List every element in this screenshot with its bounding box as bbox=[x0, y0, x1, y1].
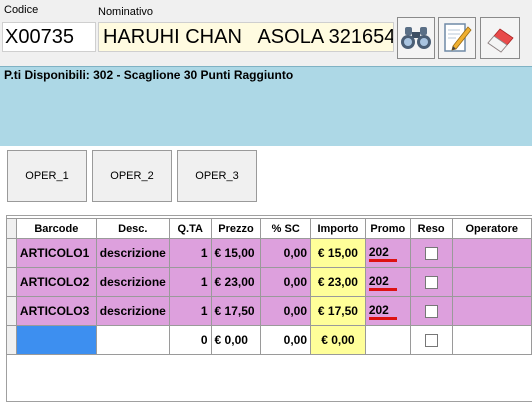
row-header-corner bbox=[6, 218, 17, 239]
row-header[interactable] bbox=[6, 267, 17, 297]
operatore-cell[interactable] bbox=[451, 296, 532, 326]
points-info-text: P.ti Disponibili: 302 - Scaglione 30 Pun… bbox=[4, 68, 294, 82]
pencil-edit-icon bbox=[444, 23, 472, 52]
column-header-operatore[interactable]: Operatore bbox=[451, 218, 532, 239]
column-header-importo[interactable]: Importo bbox=[310, 218, 366, 239]
column-header-promo[interactable]: Promo bbox=[364, 218, 411, 239]
sc-cell[interactable]: 0,00 bbox=[260, 296, 312, 326]
row-header[interactable] bbox=[6, 238, 17, 268]
promo-cell[interactable]: 202 bbox=[364, 296, 411, 326]
row-header[interactable] bbox=[6, 296, 17, 326]
table-row[interactable]: ARTICOLO3 descrizione 1 € 17,50 0,00 € 1… bbox=[6, 296, 532, 326]
reso-checkbox[interactable] bbox=[424, 334, 438, 348]
new-row[interactable]: 0 € 0,00 0,00 € 0,00 bbox=[6, 325, 532, 355]
column-header-prezzo[interactable]: Prezzo bbox=[210, 218, 262, 239]
reso-cell[interactable] bbox=[409, 296, 453, 326]
desc-cell[interactable]: descrizione bbox=[95, 238, 170, 268]
importo-cell[interactable]: € 23,00 bbox=[310, 267, 366, 297]
column-header-reso[interactable]: Reso bbox=[409, 218, 453, 239]
desc-cell[interactable]: descrizione bbox=[95, 267, 170, 297]
table-header-row: Barcode Desc. Q.TA Prezzo % SC Importo P… bbox=[6, 218, 532, 239]
column-header-qta[interactable]: Q.TA bbox=[168, 218, 212, 239]
prezzo-cell[interactable]: € 0,00 bbox=[210, 325, 262, 355]
reso-checkbox[interactable] bbox=[424, 276, 438, 290]
promo-code: 202 bbox=[368, 274, 397, 291]
barcode-cell[interactable]: ARTICOLO2 bbox=[15, 267, 97, 297]
nominativo-label: Nominativo bbox=[98, 6, 154, 18]
oper-2-button[interactable]: OPER_2 bbox=[92, 150, 172, 202]
importo-cell[interactable]: € 17,50 bbox=[310, 296, 366, 326]
items-table: Barcode Desc. Q.TA Prezzo % SC Importo P… bbox=[6, 218, 532, 355]
qta-cell[interactable]: 0 bbox=[168, 325, 212, 355]
erase-button[interactable] bbox=[480, 17, 520, 59]
importo-cell[interactable]: € 0,00 bbox=[310, 325, 366, 355]
prezzo-cell[interactable]: € 17,50 bbox=[210, 296, 262, 326]
operatore-cell[interactable] bbox=[451, 238, 532, 268]
search-button[interactable] bbox=[397, 17, 435, 59]
importo-cell[interactable]: € 15,00 bbox=[310, 238, 366, 268]
barcode-cell[interactable]: ARTICOLO1 bbox=[15, 238, 97, 268]
barcode-input-cell[interactable] bbox=[15, 325, 97, 355]
codice-field[interactable]: X00735 bbox=[2, 22, 96, 52]
operatore-cell[interactable] bbox=[451, 267, 532, 297]
reso-cell[interactable] bbox=[409, 325, 453, 355]
promo-code: 202 bbox=[368, 303, 397, 320]
table-row[interactable]: ARTICOLO2 descrizione 1 € 23,00 0,00 € 2… bbox=[6, 267, 532, 297]
sc-cell[interactable]: 0,00 bbox=[260, 325, 312, 355]
prezzo-cell[interactable]: € 15,00 bbox=[210, 238, 262, 268]
sc-cell[interactable]: 0,00 bbox=[260, 267, 312, 297]
operatore-cell[interactable] bbox=[451, 325, 532, 355]
binoculars-icon bbox=[401, 27, 431, 49]
sc-cell[interactable]: 0,00 bbox=[260, 238, 312, 268]
codice-label: Codice bbox=[4, 4, 39, 16]
promo-code: 202 bbox=[368, 245, 397, 262]
reso-cell[interactable] bbox=[409, 238, 453, 268]
qta-cell[interactable]: 1 bbox=[168, 238, 212, 268]
reso-checkbox[interactable] bbox=[424, 305, 438, 319]
column-header-barcode[interactable]: Barcode bbox=[15, 218, 97, 239]
reso-checkbox[interactable] bbox=[424, 247, 438, 261]
edit-button[interactable] bbox=[438, 17, 476, 59]
eraser-icon bbox=[487, 28, 514, 53]
reso-cell[interactable] bbox=[409, 267, 453, 297]
promo-cell[interactable]: 202 bbox=[364, 267, 411, 297]
nominativo-field[interactable]: HARUHI CHAN ASOLA 32165498 bbox=[98, 22, 394, 52]
promo-cell[interactable]: 202 bbox=[364, 238, 411, 268]
qta-cell[interactable]: 1 bbox=[168, 267, 212, 297]
oper-3-button[interactable]: OPER_3 bbox=[177, 150, 257, 202]
promo-cell[interactable] bbox=[364, 325, 411, 355]
column-header-sc[interactable]: % SC bbox=[260, 218, 312, 239]
qta-cell[interactable]: 1 bbox=[168, 296, 212, 326]
table-row[interactable]: ARTICOLO1 descrizione 1 € 15,00 0,00 € 1… bbox=[6, 238, 532, 268]
oper-1-button[interactable]: OPER_1 bbox=[7, 150, 87, 202]
column-header-desc[interactable]: Desc. bbox=[95, 218, 170, 239]
prezzo-cell[interactable]: € 23,00 bbox=[210, 267, 262, 297]
row-header[interactable] bbox=[6, 325, 17, 355]
desc-cell[interactable]: descrizione bbox=[95, 296, 170, 326]
barcode-cell[interactable]: ARTICOLO3 bbox=[15, 296, 97, 326]
desc-cell[interactable] bbox=[95, 325, 170, 355]
